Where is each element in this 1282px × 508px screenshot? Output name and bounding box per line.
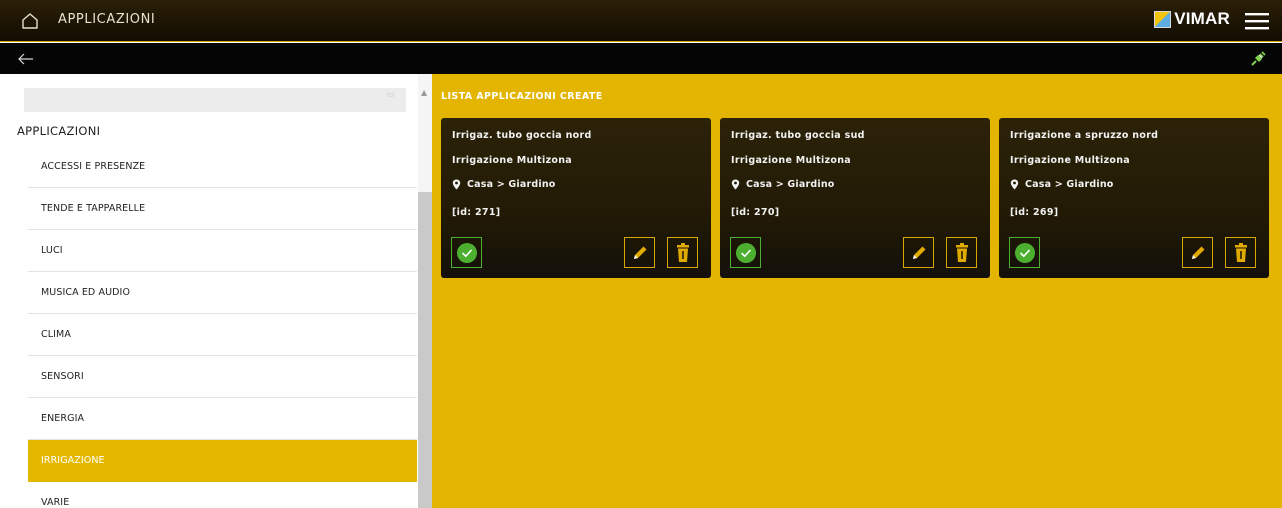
sidebar-item-tende-e-tapparelle[interactable]: TENDE E TAPPARELLE xyxy=(28,188,417,230)
edit-button[interactable] xyxy=(624,237,655,268)
application-location-row: Casa > Giardino xyxy=(1010,179,1114,190)
delete-button[interactable] xyxy=(1225,237,1256,268)
home-icon[interactable] xyxy=(20,11,40,31)
check-circle-icon xyxy=(735,242,756,263)
navigation-bar xyxy=(0,43,1282,74)
application-name: Irrigazione a spruzzo nord xyxy=(1010,130,1159,141)
delete-button[interactable] xyxy=(667,237,698,268)
search-input[interactable]: ▭ xyxy=(24,88,406,112)
pencil-icon xyxy=(633,246,646,259)
arrow-left-icon[interactable] xyxy=(16,49,36,69)
enable-toggle-button[interactable] xyxy=(451,237,482,268)
check-circle-icon xyxy=(456,242,477,263)
application-location-row: Casa > Giardino xyxy=(731,179,835,190)
vimar-logo-mark-icon xyxy=(1154,10,1172,28)
map-pin-icon xyxy=(1010,179,1019,190)
edit-button[interactable] xyxy=(1182,237,1213,268)
map-pin-icon xyxy=(731,179,740,190)
sidebar-section-title: APPLICAZIONI xyxy=(17,124,101,138)
application-card[interactable]: Irrigaz. tubo goccia sud Irrigazione Mul… xyxy=(720,118,990,278)
sidebar-item-irrigazione[interactable]: IRRIGAZIONE xyxy=(28,440,417,482)
sidebar-item-accessi-e-presenze[interactable]: ACCESSI E PRESENZE xyxy=(28,146,417,188)
application-id: [id: 269] xyxy=(1010,207,1059,218)
delete-button[interactable] xyxy=(946,237,977,268)
application-type: Irrigazione Multizona xyxy=(452,155,572,166)
sidebar-item-musica-ed-audio[interactable]: MUSICA ED AUDIO xyxy=(28,272,417,314)
application-location-row: Casa > Giardino xyxy=(452,179,556,190)
application-name: Irrigaz. tubo goccia sud xyxy=(731,130,865,141)
category-list: ACCESSI E PRESENZE TENDE E TAPPARELLE LU… xyxy=(28,146,417,508)
application-type: Irrigazione Multizona xyxy=(731,155,851,166)
scrollbar-thumb[interactable] xyxy=(418,192,432,508)
application-id: [id: 271] xyxy=(452,207,501,218)
map-pin-icon xyxy=(452,179,461,190)
pencil-icon xyxy=(912,246,925,259)
sidebar-scrollbar[interactable]: ▲ xyxy=(418,74,432,508)
trash-icon xyxy=(676,242,689,262)
application-location: Casa > Giardino xyxy=(746,179,835,190)
app-title: APPLICAZIONI xyxy=(58,12,156,27)
application-location: Casa > Giardino xyxy=(1025,179,1114,190)
sidebar-item-luci[interactable]: LUCI xyxy=(28,230,417,272)
sidebar-item-sensori[interactable]: SENSORI xyxy=(28,356,417,398)
sidebar-item-clima[interactable]: CLIMA xyxy=(28,314,417,356)
clear-search-icon[interactable]: ▭ xyxy=(386,90,398,100)
enable-toggle-button[interactable] xyxy=(1009,237,1040,268)
hamburger-menu-icon[interactable] xyxy=(1244,10,1270,32)
application-card[interactable]: Irrigaz. tubo goccia nord Irrigazione Mu… xyxy=(441,118,711,278)
main-panel: LISTA APPLICAZIONI CREATE Irrigaz. tubo … xyxy=(432,74,1282,508)
application-id: [id: 270] xyxy=(731,207,780,218)
sidebar-item-varie[interactable]: VARIE xyxy=(28,482,417,508)
app-header: APPLICAZIONI VIMAR xyxy=(0,0,1282,42)
application-location: Casa > Giardino xyxy=(467,179,556,190)
brand-logo: VIMAR xyxy=(1154,9,1230,29)
enable-toggle-button[interactable] xyxy=(730,237,761,268)
trash-icon xyxy=(955,242,968,262)
check-circle-icon xyxy=(1014,242,1035,263)
brand-name: VIMAR xyxy=(1174,9,1230,28)
sidebar: ▭ APPLICAZIONI ACCESSI E PRESENZE TENDE … xyxy=(0,74,432,508)
sidebar-item-energia[interactable]: ENERGIA xyxy=(28,398,417,440)
plug-icon[interactable] xyxy=(1248,49,1268,69)
page-title: LISTA APPLICAZIONI CREATE xyxy=(441,91,603,102)
application-name: Irrigaz. tubo goccia nord xyxy=(452,130,592,141)
edit-button[interactable] xyxy=(903,237,934,268)
application-card[interactable]: Irrigazione a spruzzo nord Irrigazione M… xyxy=(999,118,1269,278)
pencil-icon xyxy=(1191,246,1204,259)
application-type: Irrigazione Multizona xyxy=(1010,155,1130,166)
scroll-up-icon[interactable]: ▲ xyxy=(421,88,429,97)
trash-icon xyxy=(1234,242,1247,262)
